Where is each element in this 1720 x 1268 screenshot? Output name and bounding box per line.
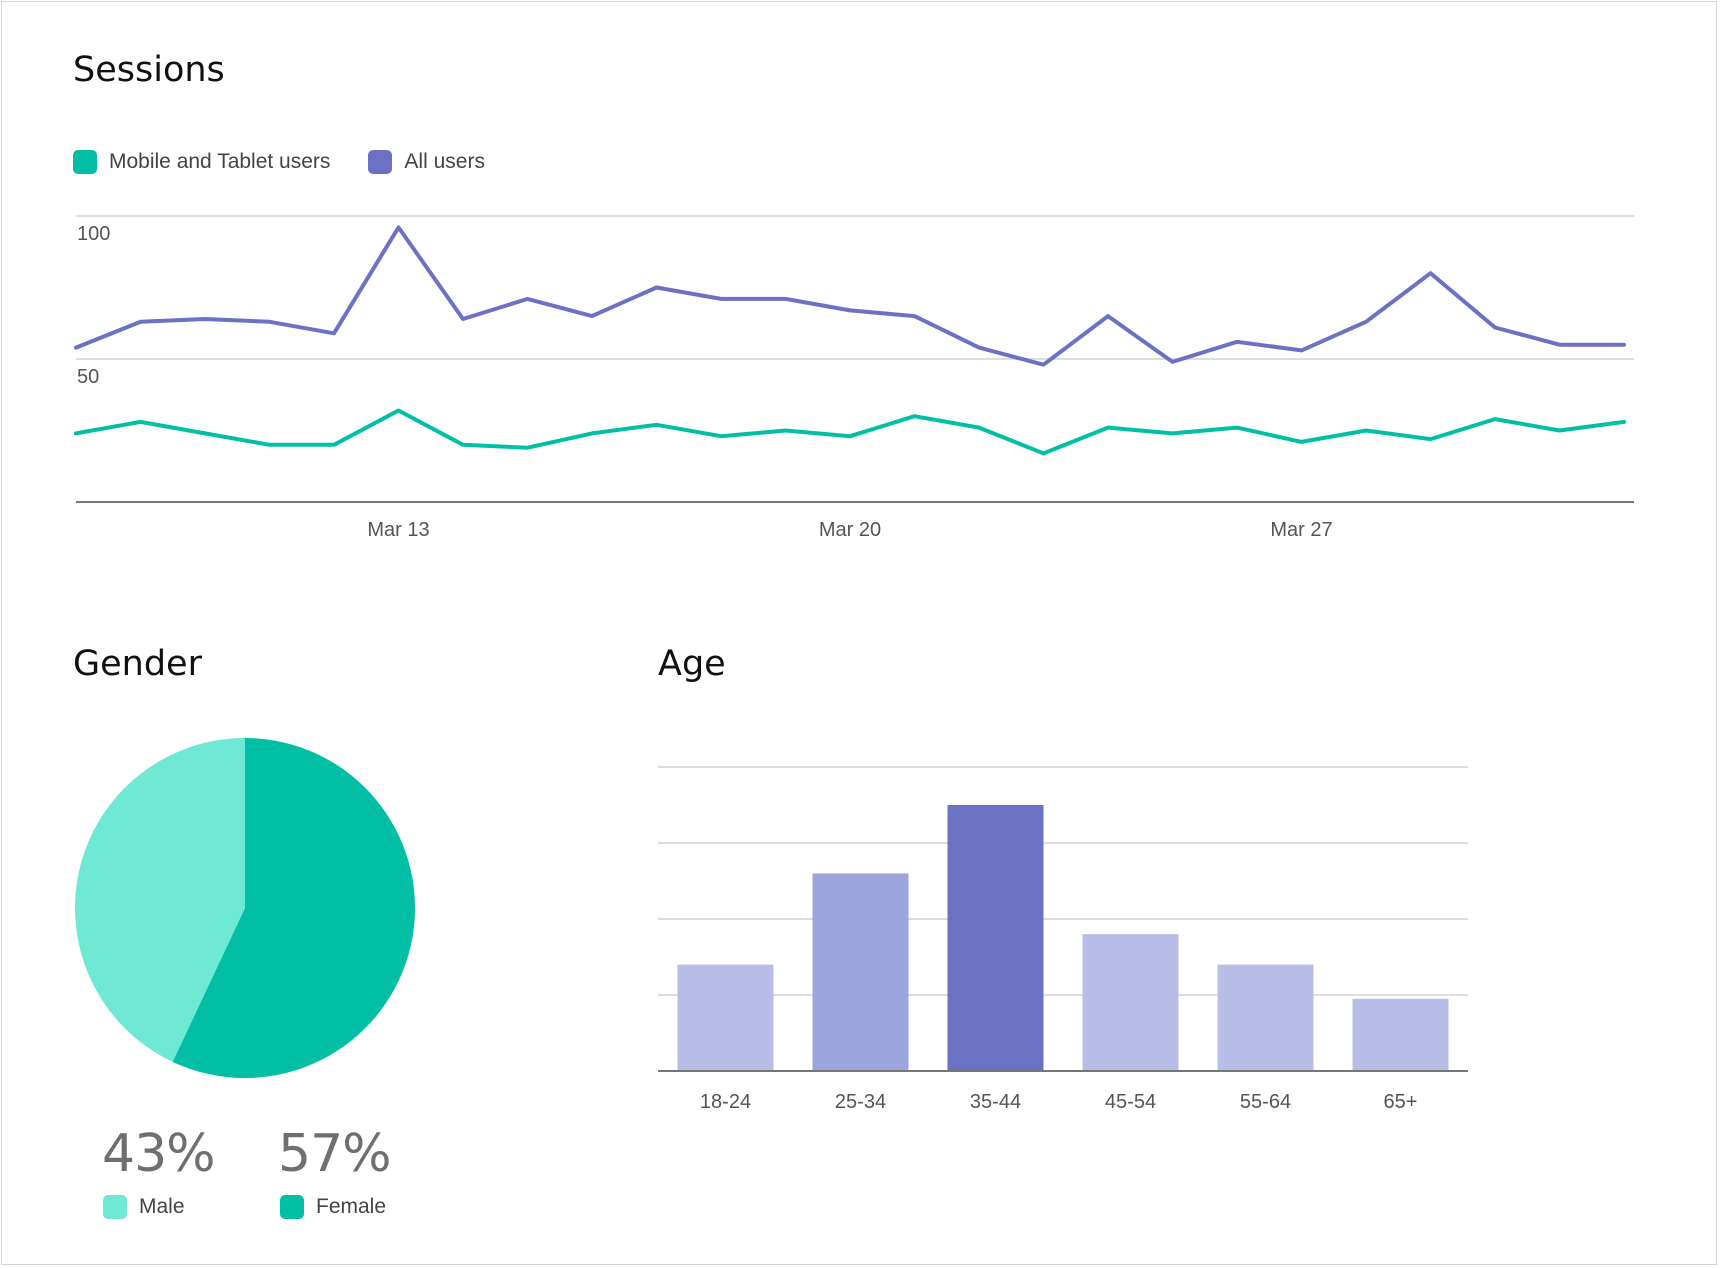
age-title: Age <box>658 644 726 684</box>
age-bar-chart: 18-24 25-34 35-44 45-54 55-64 65+ <box>658 766 1468 1113</box>
x-tick-label: Mar 20 <box>819 519 881 541</box>
x-tick-label: 65+ <box>1384 1091 1418 1113</box>
sessions-line-chart: 10050Mar 13Mar 20Mar 27Apr 3 <box>74 215 1634 541</box>
x-tick-label: 18-24 <box>700 1091 751 1113</box>
y-tick-label: 100 <box>77 223 110 245</box>
gender-title: Gender <box>73 644 202 684</box>
bar-35-44 <box>947 805 1044 1071</box>
x-tick-label: Mar 13 <box>367 519 429 541</box>
legend-item-female[interactable]: Female <box>280 1195 386 1219</box>
x-tick-label: Mar 27 <box>1270 519 1332 541</box>
gender-pie-chart <box>75 738 416 1078</box>
bar-45-54 <box>1082 934 1179 1071</box>
male-percent: 43% <box>102 1124 216 1184</box>
x-tick-label: 25-34 <box>835 1091 886 1113</box>
legend-label-female: Female <box>316 1195 387 1218</box>
bar-25-34 <box>812 873 909 1071</box>
female-percent: 57% <box>278 1124 392 1184</box>
y-tick-label: 50 <box>77 366 99 388</box>
series-line-mobile <box>74 408 1626 456</box>
legend-swatch-male <box>103 1195 127 1219</box>
legend-label-male: Male <box>139 1195 185 1218</box>
legend-swatch-female <box>280 1195 304 1219</box>
dashboard-card: Sessions Mobile and Tablet users All use… <box>1 1 1717 1265</box>
legend-item-male[interactable]: Male <box>103 1195 185 1219</box>
x-tick-label: 55-64 <box>1240 1091 1291 1113</box>
series-line-all-users <box>74 225 1626 367</box>
x-tick-label: 45-54 <box>1105 1091 1156 1113</box>
bar-65+ <box>1352 998 1449 1071</box>
x-tick-label: 35-44 <box>970 1091 1021 1113</box>
bar-55-64 <box>1217 964 1314 1071</box>
bar-18-24 <box>677 964 774 1071</box>
